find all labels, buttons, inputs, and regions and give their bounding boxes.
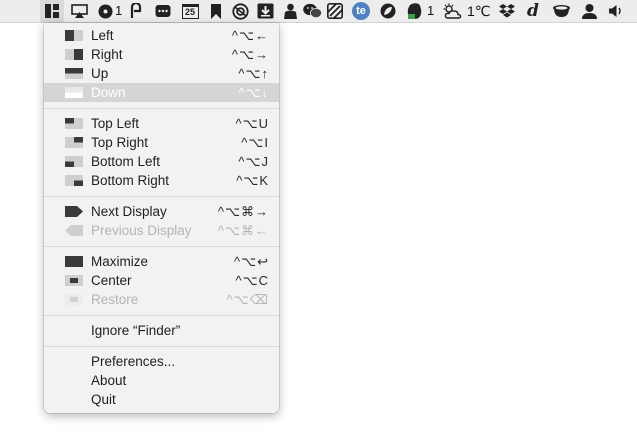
window-layout-menu: Left ^⌥← Right ^⌥→ Up ^⌥↑ Down ^⌥↓ Top L… <box>44 23 279 413</box>
menu-separator <box>44 315 279 316</box>
dictionary-letter: d <box>527 1 539 21</box>
download-box-icon[interactable] <box>254 0 276 22</box>
top-right-quarter-icon <box>65 137 83 148</box>
bookmark-icon[interactable] <box>207 0 225 22</box>
next-display-arrow-icon <box>65 206 83 217</box>
menu-item-right[interactable]: Right ^⌥→ <box>44 45 279 64</box>
media-disc-icon[interactable] <box>96 0 114 22</box>
menu-separator <box>44 108 279 109</box>
weather-partly-cloudy-icon[interactable] <box>441 0 465 22</box>
menu-item-top-left[interactable]: Top Left ^⌥U <box>44 114 279 133</box>
menu-item-quit[interactable]: Quit <box>44 390 279 409</box>
menu-item-preferences[interactable]: Preferences... <box>44 352 279 371</box>
leaf-app-icon[interactable] <box>378 0 398 22</box>
menu-item-down[interactable]: Down ^⌥↓ <box>44 83 279 102</box>
menu-item-about[interactable]: About <box>44 371 279 390</box>
user-account-icon[interactable] <box>578 0 600 22</box>
globe-icon[interactable] <box>229 0 251 22</box>
top-half-icon <box>65 68 83 79</box>
lock-status-icon[interactable] <box>128 0 144 22</box>
menu-item-center[interactable]: Center ^⌥C <box>44 271 279 290</box>
menu-item-bottom-right[interactable]: Bottom Right ^⌥K <box>44 171 279 190</box>
bottom-right-quarter-icon <box>65 175 83 186</box>
evernote-icon[interactable] <box>403 0 425 22</box>
restore-icon <box>65 294 83 305</box>
bottom-half-icon <box>65 87 83 98</box>
menu-separator <box>44 346 279 347</box>
calendar-icon[interactable]: 25 <box>179 0 201 22</box>
right-half-icon <box>65 49 83 60</box>
person-silhouette-icon[interactable] <box>279 0 301 22</box>
maximize-icon <box>65 256 83 267</box>
temperature-readout: 1℃ <box>467 3 491 19</box>
menu-item-top-right[interactable]: Top Right ^⌥I <box>44 133 279 152</box>
dropbox-icon[interactable] <box>496 0 518 22</box>
window-layout-icon[interactable] <box>40 0 64 22</box>
menu-separator <box>44 246 279 247</box>
wechat-icon[interactable] <box>301 0 323 22</box>
striped-square-icon[interactable] <box>324 0 346 22</box>
menu-item-up[interactable]: Up ^⌥↑ <box>44 64 279 83</box>
menu-item-previous-display: Previous Display ^⌥⌘← <box>44 221 279 240</box>
previous-display-arrow-icon <box>65 225 83 236</box>
volume-icon[interactable] <box>605 0 627 22</box>
calendar-day: 25 <box>184 6 195 17</box>
menu-item-maximize[interactable]: Maximize ^⌥↩ <box>44 252 279 271</box>
menu-item-left[interactable]: Left ^⌥← <box>44 26 279 45</box>
chat-bubble-icon[interactable] <box>152 0 174 22</box>
menu-separator <box>44 196 279 197</box>
disc-count: 1 <box>115 3 123 18</box>
te-badge-icon[interactable]: te <box>350 0 372 22</box>
evernote-count: 1 <box>427 3 435 18</box>
menu-item-restore: Restore ^⌥⌫ <box>44 290 279 309</box>
center-icon <box>65 275 83 286</box>
dictionary-icon[interactable]: d <box>522 0 544 22</box>
top-left-quarter-icon <box>65 118 83 129</box>
menu-bar: 1 25 te 1 1℃ d <box>0 0 637 23</box>
menu-item-ignore-app[interactable]: Ignore “Finder” <box>44 321 279 340</box>
airplay-icon[interactable] <box>69 0 89 22</box>
bottom-left-quarter-icon <box>65 156 83 167</box>
menu-item-next-display[interactable]: Next Display ^⌥⌘→ <box>44 202 279 221</box>
coffee-cup-icon[interactable] <box>549 0 573 22</box>
left-half-icon <box>65 30 83 41</box>
menu-item-bottom-left[interactable]: Bottom Left ^⌥J <box>44 152 279 171</box>
